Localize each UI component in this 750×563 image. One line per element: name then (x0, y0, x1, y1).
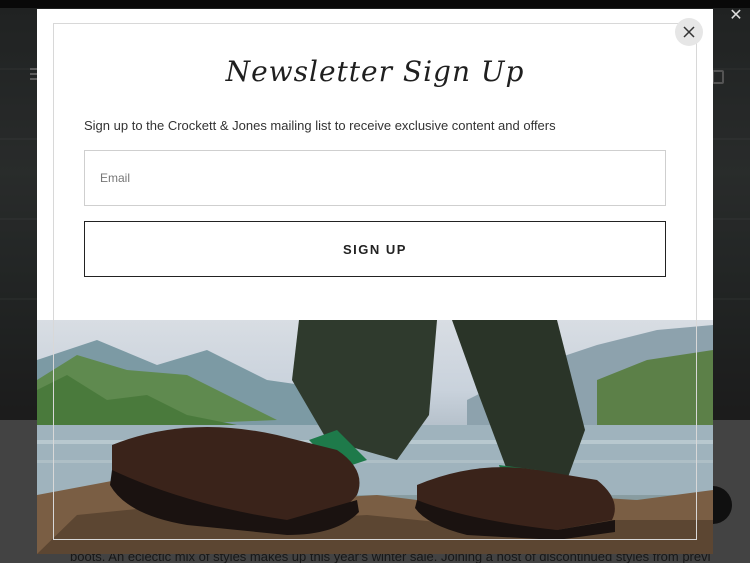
overlay-close-icon[interactable]: ✕ (727, 7, 745, 25)
newsletter-modal: Newsletter Sign Up Sign up to the Crocke… (37, 9, 713, 554)
modal-subtitle: Sign up to the Crockett & Jones mailing … (84, 118, 556, 133)
close-icon (683, 26, 695, 38)
walking-shoes-illustration (37, 320, 713, 554)
email-field[interactable] (84, 150, 666, 206)
shoe-photo (37, 320, 713, 554)
sign-up-button[interactable]: SIGN UP (84, 221, 666, 277)
modal-title: Newsletter Sign Up (225, 55, 525, 88)
close-button[interactable] (675, 18, 703, 46)
